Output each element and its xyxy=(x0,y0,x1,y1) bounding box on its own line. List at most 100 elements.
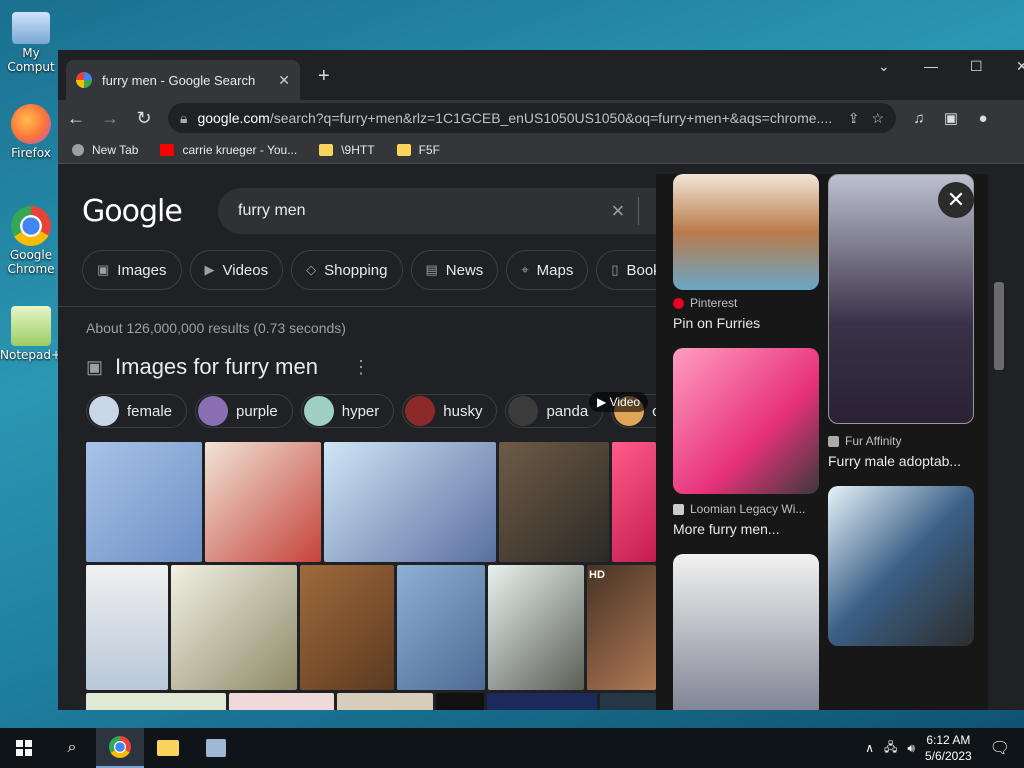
new-tab-button[interactable]: + xyxy=(318,65,330,88)
image-result[interactable] xyxy=(229,693,334,710)
hd-badge: HD xyxy=(589,569,605,581)
tab-images[interactable]: ▣ Images xyxy=(82,250,182,290)
url-host: google.com xyxy=(197,110,270,126)
book-icon: ▯ xyxy=(611,262,619,277)
folder-icon xyxy=(157,740,179,756)
image-result[interactable] xyxy=(487,693,597,710)
tab-strip: furry men - Google Search ✕ + ⌄ — ☐ ✕ xyxy=(58,50,1024,100)
tag-icon: ◇ xyxy=(306,262,317,277)
tab-shopping[interactable]: ◇ Shopping xyxy=(291,250,403,290)
share-icon[interactable]: ⇪ xyxy=(848,110,860,127)
minimize-button[interactable]: — xyxy=(924,58,938,74)
image-result[interactable] xyxy=(205,442,321,562)
bookmark-star-icon[interactable]: ☆ xyxy=(871,110,884,127)
bookmark-folder[interactable]: \9HTT xyxy=(319,143,375,157)
chip-husky[interactable]: husky xyxy=(402,394,498,428)
taskbar: ⌕ ∧ 🖧︎ 🔊︎ 6:12 AM 5/6/2023 🗨︎ xyxy=(0,728,1024,768)
image-result[interactable] xyxy=(324,442,496,562)
image-result[interactable] xyxy=(436,693,484,710)
preview-source[interactable]: Fur Affinity xyxy=(828,434,901,448)
network-icon[interactable]: 🖧︎ xyxy=(884,738,897,759)
map-pin-icon: ⌖ xyxy=(521,262,529,277)
image-result[interactable] xyxy=(337,693,433,710)
chip-purple[interactable]: purple xyxy=(195,394,293,428)
desktop-icon-my-computer[interactable]: My Comput xyxy=(0,8,62,74)
tab-news[interactable]: ▤ News xyxy=(410,250,499,290)
bookmark-item[interactable]: New Tab xyxy=(72,143,138,157)
notifications-icon[interactable]: 🗨︎ xyxy=(990,738,1010,758)
tab-label: News xyxy=(445,261,484,279)
chevron-up-icon[interactable]: ∧ xyxy=(865,741,874,755)
maximize-button[interactable]: ☐ xyxy=(970,58,983,75)
search-taskbar-icon[interactable]: ⌕ xyxy=(48,728,96,768)
image-result[interactable] xyxy=(499,442,609,562)
tab-close-icon[interactable]: ✕ xyxy=(278,72,290,89)
image-results-grid: HD xyxy=(86,442,656,710)
bookmark-label: F5F xyxy=(418,142,440,157)
preview-image[interactable] xyxy=(673,348,819,494)
preview-source[interactable]: Pinterest xyxy=(673,296,737,310)
media-control-icon[interactable]: ♫ xyxy=(910,110,928,127)
preview-image[interactable] xyxy=(673,554,819,710)
image-result[interactable] xyxy=(86,693,226,710)
preview-image[interactable] xyxy=(828,486,974,646)
scrollbar-thumb[interactable] xyxy=(994,282,1004,370)
volume-icon[interactable]: 🔊︎ xyxy=(907,741,915,756)
reload-button[interactable]: ↻ xyxy=(134,108,154,129)
image-result[interactable] xyxy=(488,565,584,690)
window-close-button[interactable]: ✕ xyxy=(1016,58,1024,75)
notepad-icon xyxy=(11,306,51,346)
image-result[interactable] xyxy=(600,693,656,710)
panel-close-button[interactable]: ✕ xyxy=(938,182,974,218)
bookmark-folder[interactable]: F5F xyxy=(396,142,440,157)
taskbar-file-explorer[interactable] xyxy=(144,728,192,768)
desktop-icon-firefox[interactable]: Firefox xyxy=(0,104,62,160)
desktop-icon-notepad[interactable]: Notepad++ xyxy=(0,306,71,362)
address-bar[interactable]: 🔒︎ google.com /search?q=furry+men&rlz=1C… xyxy=(168,103,896,133)
tab-videos[interactable]: ▶ Videos xyxy=(189,250,284,290)
taskbar-chrome[interactable] xyxy=(96,728,144,768)
taskbar-app[interactable] xyxy=(192,728,240,768)
image-result[interactable] xyxy=(86,565,168,690)
tab-label: Maps xyxy=(536,261,574,279)
chip-female[interactable]: female xyxy=(86,394,188,428)
start-button[interactable] xyxy=(0,728,48,768)
tab-label: Shopping xyxy=(324,261,388,279)
tab-label: Images xyxy=(117,261,167,279)
globe-icon xyxy=(72,143,84,156)
preview-image[interactable] xyxy=(673,174,819,290)
preview-source[interactable]: Loomian Legacy Wi... xyxy=(673,502,805,516)
preview-title[interactable]: Pin on Furries xyxy=(673,315,760,331)
preview-title[interactable]: More furry men... xyxy=(673,521,780,537)
image-result[interactable] xyxy=(612,442,656,562)
bookmark-item[interactable]: carrie krueger - You... xyxy=(160,143,297,157)
tab-title: furry men - Google Search xyxy=(102,72,256,88)
clock[interactable]: 6:12 AM 5/6/2023 xyxy=(925,732,972,764)
google-logo[interactable]: Google xyxy=(82,194,183,229)
image-result[interactable] xyxy=(171,565,297,690)
chip-hyper[interactable]: hyper xyxy=(300,394,395,428)
folder-icon xyxy=(319,143,334,156)
side-panel-icon[interactable]: ▣ xyxy=(942,109,960,127)
chrome-icon xyxy=(109,736,131,758)
image-result[interactable] xyxy=(86,442,202,562)
windows-icon xyxy=(16,740,32,756)
tab-maps[interactable]: ⌖ Maps xyxy=(506,250,589,290)
search-input[interactable]: furry men xyxy=(238,202,612,220)
back-button[interactable]: ← xyxy=(66,108,86,129)
image-result[interactable] xyxy=(397,565,485,690)
preview-title[interactable]: Furry male adoptab... xyxy=(828,453,961,469)
image-preview-panel: Pinterest Pin on Furries Fur Affinity Fu… xyxy=(656,174,1000,710)
desktop-icon-chrome[interactable]: Google Chrome xyxy=(0,206,62,276)
bookmarks-bar: New Tab carrie krueger - You... \9HTT F5… xyxy=(58,136,1024,164)
panel-scrollbar[interactable] xyxy=(988,174,1024,710)
more-options-icon[interactable]: ⋮ xyxy=(352,357,370,378)
browser-tab[interactable]: furry men - Google Search ✕ xyxy=(66,60,300,100)
profile-avatar-icon[interactable]: ● xyxy=(974,110,992,127)
forward-button[interactable]: → xyxy=(100,108,120,129)
image-result[interactable] xyxy=(300,565,394,690)
clear-icon[interactable]: × xyxy=(612,198,625,224)
video-result[interactable]: HD xyxy=(587,565,656,690)
images-heading[interactable]: Images for furry men xyxy=(115,354,318,380)
tab-search-icon[interactable]: ⌄ xyxy=(878,58,890,75)
